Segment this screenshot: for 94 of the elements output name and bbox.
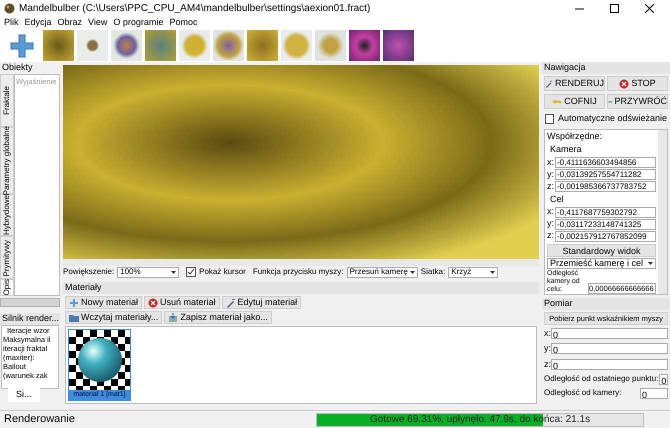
axis-label: z: xyxy=(544,358,551,370)
scrollbar[interactable] xyxy=(0,298,60,307)
nav-button[interactable]: PRZYWRÓĆ xyxy=(607,94,668,109)
menu-item[interactable]: Plik xyxy=(4,16,19,30)
side-tab[interactable]: Opis xyxy=(0,279,14,296)
preset-thumbnail[interactable] xyxy=(281,30,312,61)
coordinate-field[interactable]: -0,4111636603494856 xyxy=(555,157,656,168)
panel-title: Silnik render... xyxy=(2,312,60,326)
menu-item[interactable]: Obraz xyxy=(58,16,82,30)
axis-label: y: xyxy=(544,342,551,355)
axis-label: z: xyxy=(547,180,554,193)
plus-icon xyxy=(69,298,79,308)
save-icon xyxy=(168,312,178,322)
material-button[interactable]: Zapisz materiał jako... xyxy=(164,311,272,324)
app-icon xyxy=(4,3,15,14)
mouse-function-dropdown[interactable]: Przesuń kamerę xyxy=(346,266,418,278)
preset-thumbnail[interactable] xyxy=(349,30,380,61)
caret-icon xyxy=(410,270,415,274)
nav-button[interactable]: RENDERUJ xyxy=(544,76,605,91)
preset-thumbnail[interactable] xyxy=(77,30,108,61)
panel-title: Obiekty xyxy=(2,61,33,74)
zoom-label: Powiększenie: xyxy=(63,266,114,278)
distance-label: Odległość od kamery: xyxy=(544,387,622,399)
folder-icon xyxy=(69,312,79,322)
window-title: Mandelbulber (C:\Users\PPC_CPU_AM4\mandelbulber\settings\aexion01.fract) xyxy=(19,2,370,16)
coordinate-field[interactable]: -0,03117233148741325 xyxy=(555,218,656,230)
maximize-icon[interactable] xyxy=(610,4,619,13)
coordinate-field[interactable]: 0 xyxy=(551,343,668,354)
preset-thumbnail[interactable] xyxy=(213,30,244,61)
axis-label: y: xyxy=(547,168,554,181)
coordinate-field[interactable]: 0 xyxy=(551,328,668,339)
add-icon[interactable] xyxy=(8,32,36,60)
panel-title: Materiały xyxy=(65,281,102,294)
move-mode-dropdown[interactable]: Przemieść kamerę i cel xyxy=(547,258,656,269)
status-text: Renderowanie xyxy=(3,412,76,428)
axis-label: z: xyxy=(547,229,554,242)
axis-label: x: xyxy=(547,205,554,218)
caret-icon xyxy=(648,262,653,265)
preset-thumbnail[interactable] xyxy=(315,30,346,61)
menu-item[interactable]: Pomoc xyxy=(169,16,198,30)
preset-thumbnail[interactable] xyxy=(383,30,414,61)
pencil-icon xyxy=(226,298,236,308)
side-tab[interactable]: Hybrydowe xyxy=(0,194,14,236)
axis-label: x: xyxy=(547,156,554,169)
coordinate-field[interactable]: -0,001985366737783752 xyxy=(555,181,656,192)
coordinate-field[interactable]: -0,002157912767852099 xyxy=(555,230,656,242)
checkbox-label: Automatyczne odświeżanie xyxy=(558,112,667,125)
group-label: Kamera xyxy=(549,143,583,156)
panel-tab[interactable]: Si... xyxy=(8,388,40,402)
coordinate-field[interactable]: -0,4117687759302792 xyxy=(555,206,656,218)
standard-view-button[interactable]: Standardowy widok xyxy=(547,244,656,257)
menu-item[interactable]: O programie xyxy=(113,16,164,30)
material-button[interactable]: Nowy materiał xyxy=(65,296,142,309)
material-button[interactable]: Usuń materiał xyxy=(144,296,220,309)
distance-field[interactable]: 0 xyxy=(640,388,668,398)
delete-icon xyxy=(148,298,158,308)
caret-icon xyxy=(171,270,176,274)
coordinate-field[interactable]: -0,03139257554711282 xyxy=(555,169,656,180)
preset-thumbnail[interactable] xyxy=(179,30,210,61)
preset-thumbnail[interactable] xyxy=(111,30,142,61)
side-tab[interactable]: Parametry globalne xyxy=(0,126,14,194)
preset-thumbnail[interactable] xyxy=(145,30,176,61)
panel-title: Nawigacja xyxy=(544,61,586,74)
material-button[interactable]: Edytuj materiał xyxy=(222,296,302,309)
close-icon[interactable] xyxy=(645,4,654,13)
grid-label: Siatka: xyxy=(420,266,446,278)
preset-thumbnail[interactable] xyxy=(43,30,74,61)
side-tab[interactable]: Fraktale xyxy=(0,74,14,127)
stop-icon xyxy=(619,78,630,88)
auto-refresh-checkbox[interactable] xyxy=(545,114,554,124)
menu-item[interactable]: View xyxy=(88,16,108,30)
coordinate-field[interactable]: 0 xyxy=(551,358,668,370)
axis-label: y: xyxy=(547,217,554,230)
caret-icon xyxy=(490,270,496,274)
pencil-icon xyxy=(545,78,553,88)
mouse-function-label: Funkcja przycisku myszy: xyxy=(252,266,344,278)
panel-title: Pomiar xyxy=(544,296,573,310)
group-label: Cel xyxy=(549,192,565,206)
distance-field[interactable]: 0 xyxy=(659,374,668,384)
grid-dropdown[interactable]: Krzyż xyxy=(448,266,498,278)
material-button[interactable]: Wczytaj materiały... xyxy=(65,311,162,324)
cursor-checkbox[interactable] xyxy=(186,267,196,278)
section-heading: Współrzędne: xyxy=(547,130,604,143)
sphere-preview xyxy=(69,330,130,390)
axis-label: x: xyxy=(544,326,551,340)
nav-button[interactable]: STOP xyxy=(607,76,668,91)
zoom-dropdown[interactable]: 100% xyxy=(117,266,180,278)
menu-item[interactable]: Edycja xyxy=(24,16,52,30)
nav-button[interactable]: COFNIJ xyxy=(544,94,605,109)
preset-thumbnail[interactable] xyxy=(247,30,278,61)
side-tab[interactable]: Prymitywy xyxy=(0,236,14,280)
scrollbar[interactable] xyxy=(658,130,667,294)
distance-label: Odległość od ostatniego punktu: xyxy=(544,373,658,385)
checkbox-label: Pokaż kursor xyxy=(199,266,246,278)
